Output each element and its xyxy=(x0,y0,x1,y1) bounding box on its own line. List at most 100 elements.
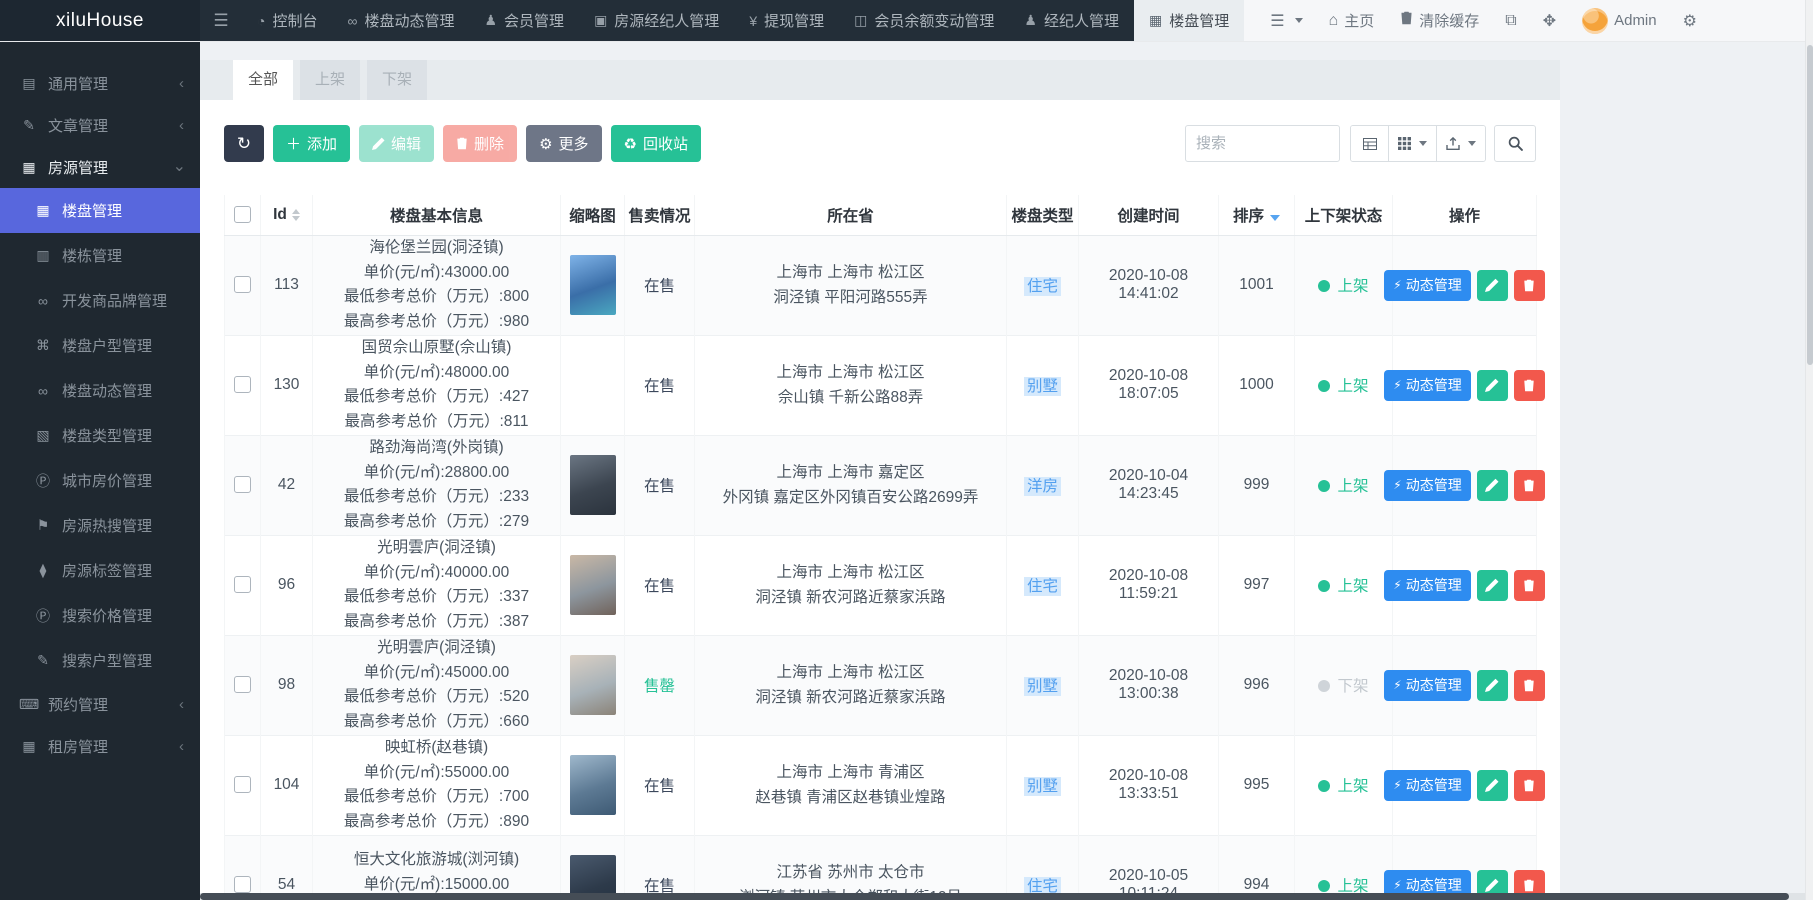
edit-row-button[interactable] xyxy=(1476,869,1508,893)
recycle-icon: ♻ xyxy=(623,135,637,153)
horizontal-scrollbar[interactable] xyxy=(200,893,1805,900)
refresh-page-button[interactable]: ⧉ xyxy=(1505,12,1516,30)
cell-sale-status: 在售 xyxy=(624,235,695,335)
cell-sort: 1000 xyxy=(1218,335,1295,435)
sidebar-item[interactable]: ∞ 楼盘动态管理 xyxy=(0,368,200,413)
navbar-item[interactable]: ∞ 楼盘动态管理 xyxy=(332,0,469,41)
row-checkbox[interactable] xyxy=(234,376,251,394)
row-checkbox[interactable] xyxy=(234,576,251,594)
cell-basic-info: 恒大文化旅游城(浏河镇) 单价(元/㎡):15000.00 最低参考总价（万元）… xyxy=(312,835,561,893)
more-button[interactable]: ⚙ 更多 xyxy=(526,125,602,162)
navbar-item[interactable]: ◫ 会员余额变动管理 xyxy=(839,0,1009,41)
cell-province: 上海市 上海市 嘉定区 外冈镇 嘉定区外冈镇百安公路2699弄 xyxy=(694,435,1007,535)
hamburger-icon[interactable]: ☰ xyxy=(200,0,242,41)
refresh-button[interactable]: ↻ xyxy=(224,125,264,162)
caret-down-icon xyxy=(1419,141,1427,146)
settings-button[interactable]: ⚙ xyxy=(1683,11,1697,31)
dynamic-manage-button[interactable]: ⚡ 动态管理 xyxy=(1384,369,1471,401)
dynamic-manage-button[interactable]: ⚡ 动态管理 xyxy=(1384,269,1471,301)
delete-row-button[interactable] xyxy=(1513,269,1545,301)
sidebar-item[interactable]: ✎ 搜索户型管理 xyxy=(0,638,200,683)
sidebar-item[interactable]: ▦ 房源管理 ⌄ xyxy=(0,146,200,188)
dynamic-manage-button[interactable]: ⚡ 动态管理 xyxy=(1384,569,1471,601)
navbar-item[interactable]: ◔ 控制台 xyxy=(242,0,332,41)
edit-button[interactable]: 编辑 xyxy=(359,125,435,162)
navbar-item[interactable]: ¥ 提现管理 xyxy=(734,0,839,41)
row-checkbox[interactable] xyxy=(234,476,251,494)
sidebar-item[interactable]: ∞ 开发商品牌管理 xyxy=(0,278,200,323)
search-submit-button[interactable] xyxy=(1494,125,1536,162)
delete-row-button[interactable] xyxy=(1513,769,1545,801)
list-icon: ▤ xyxy=(22,74,36,91)
refresh-icon: ↻ xyxy=(236,133,252,153)
edit-row-button[interactable] xyxy=(1476,469,1508,501)
edit-row-button[interactable] xyxy=(1476,569,1508,601)
sidebar-item[interactable]: ▧ 楼盘类型管理 xyxy=(0,413,200,458)
sidebar-item[interactable]: ✎ 文章管理 ‹ xyxy=(0,104,200,146)
clear-cache-button[interactable]: 清除缓存 xyxy=(1400,10,1479,31)
row-checkbox[interactable] xyxy=(234,876,251,893)
balance-change-icon: ◫ xyxy=(854,12,868,28)
filter-tab[interactable]: 全部 xyxy=(233,60,294,100)
sidebar-item[interactable]: ⚑ 房源热搜管理 xyxy=(0,503,200,548)
navbar-item[interactable]: ♟ 经纪人管理 xyxy=(1009,0,1134,41)
brand-logo[interactable]: xiluHouse xyxy=(0,0,200,41)
toolbar-right xyxy=(1185,125,1536,162)
add-button[interactable]: ＋添加 xyxy=(273,125,351,162)
navbar-item[interactable]: ♟ 会员管理 xyxy=(469,0,579,41)
edit-row-button[interactable] xyxy=(1476,269,1508,301)
row-checkbox[interactable] xyxy=(234,676,251,694)
sidebar-item[interactable]: ▦ 租房管理 ‹ xyxy=(0,725,200,767)
header-id[interactable]: Id xyxy=(260,195,313,236)
dynamic-manage-button[interactable]: ⚡ 动态管理 xyxy=(1384,469,1471,501)
table-row: 54 恒大文化旅游城(浏河镇) 单价(元/㎡):15000.00 最低参考总价（… xyxy=(224,835,1545,893)
bolt-icon: ⚡ xyxy=(1393,678,1402,692)
delete-row-button[interactable] xyxy=(1513,869,1545,893)
sidebar-item[interactable]: ▦ 楼盘管理 xyxy=(0,188,200,233)
gear-icon: ⚙ xyxy=(539,135,553,153)
delete-row-button[interactable] xyxy=(1513,669,1545,701)
edit-row-button[interactable] xyxy=(1476,369,1508,401)
user-menu[interactable]: Admin xyxy=(1582,7,1657,34)
navbar-item[interactable]: ▦ 楼盘管理 xyxy=(1133,0,1245,41)
recycle-bin-button[interactable]: ♻ 回收站 xyxy=(610,125,701,162)
dynamic-manage-button[interactable]: ⚡ 动态管理 xyxy=(1384,769,1471,801)
fullscreen-button[interactable]: ✥ xyxy=(1543,11,1556,31)
row-checkbox[interactable] xyxy=(234,276,251,294)
vertical-scrollbar-thumb[interactable] xyxy=(1806,45,1813,365)
detail-view-button[interactable] xyxy=(1351,126,1389,161)
search-input[interactable] xyxy=(1185,125,1340,162)
trash-icon xyxy=(1524,279,1534,291)
home-link[interactable]: ⌂ 主页 xyxy=(1329,10,1375,31)
header-sort[interactable]: 排序 xyxy=(1218,195,1295,236)
delete-row-button[interactable] xyxy=(1513,469,1545,501)
filter-tab[interactable]: 下架 xyxy=(367,60,428,100)
delete-row-button[interactable] xyxy=(1513,569,1545,601)
sidebar-item[interactable]: ⌨ 预约管理 ‹ xyxy=(0,683,200,725)
vertical-scrollbar[interactable] xyxy=(1805,0,1813,900)
filter-tab[interactable]: 上架 xyxy=(300,60,361,100)
sale-status-label: 在售 xyxy=(643,878,675,893)
delete-button[interactable]: 删除 xyxy=(443,125,518,162)
edit-row-button[interactable] xyxy=(1476,769,1508,801)
dynamic-manage-button[interactable]: ⚡ 动态管理 xyxy=(1384,869,1471,893)
sidebar-item[interactable]: Ⓟ 城市房价管理 xyxy=(0,458,200,503)
export-button[interactable] xyxy=(1437,126,1485,161)
delete-row-button[interactable] xyxy=(1513,369,1545,401)
sidebar-item[interactable]: ▤ 通用管理 ‹ xyxy=(0,62,200,104)
sidebar-item[interactable]: ⌘ 楼盘户型管理 xyxy=(0,323,200,368)
sidebar-item[interactable]: Ⓟ 搜索价格管理 xyxy=(0,593,200,638)
navbar-item[interactable]: ▣ 房源经纪人管理 xyxy=(579,0,734,41)
cell-basic-info: 海伦堡兰园(洞泾镇) 单价(元/㎡):43000.00 最低参考总价（万元）:8… xyxy=(312,235,561,335)
tab-list-dropdown[interactable]: ☰ xyxy=(1270,11,1303,31)
pencil-icon xyxy=(1485,878,1499,892)
dynamic-manage-button[interactable]: ⚡ 动态管理 xyxy=(1384,669,1471,701)
sidebar-item[interactable]: ▥ 楼栋管理 xyxy=(0,233,200,278)
select-all-checkbox[interactable] xyxy=(234,206,251,224)
cell-shelf-status: 上架 xyxy=(1294,835,1393,893)
horizontal-scrollbar-thumb[interactable] xyxy=(200,893,1789,900)
columns-toggle-button[interactable] xyxy=(1389,126,1437,161)
edit-row-button[interactable] xyxy=(1476,669,1508,701)
sidebar-item[interactable]: ⧫ 房源标签管理 xyxy=(0,548,200,593)
row-checkbox[interactable] xyxy=(234,776,251,794)
